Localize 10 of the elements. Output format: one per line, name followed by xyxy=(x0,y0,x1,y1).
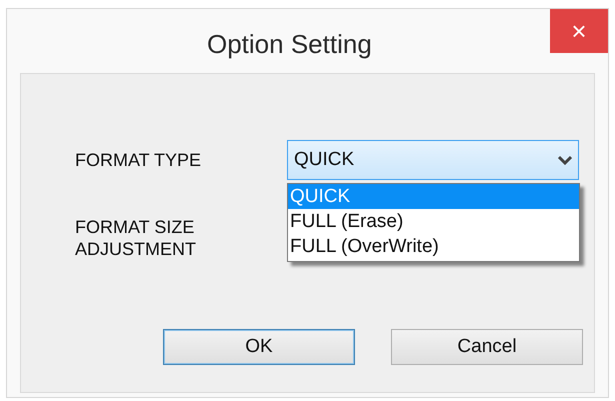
field-label: FORMAT SIZE ADJUSTMENT xyxy=(75,216,196,260)
dialog-button[interactable]: Cancel xyxy=(391,329,583,365)
window-title: Option Setting xyxy=(207,28,372,61)
dialog-button[interactable]: OK xyxy=(163,329,355,365)
close-button[interactable]: × xyxy=(550,9,608,53)
field-label: FORMAT TYPE xyxy=(75,148,202,172)
format-type-dropdown[interactable]: QUICK xyxy=(287,140,579,180)
dropdown-option[interactable]: FULL (Erase) xyxy=(288,209,579,234)
caret-icon xyxy=(558,155,572,165)
dropdown-option[interactable]: FULL (OverWrite) xyxy=(288,234,579,259)
